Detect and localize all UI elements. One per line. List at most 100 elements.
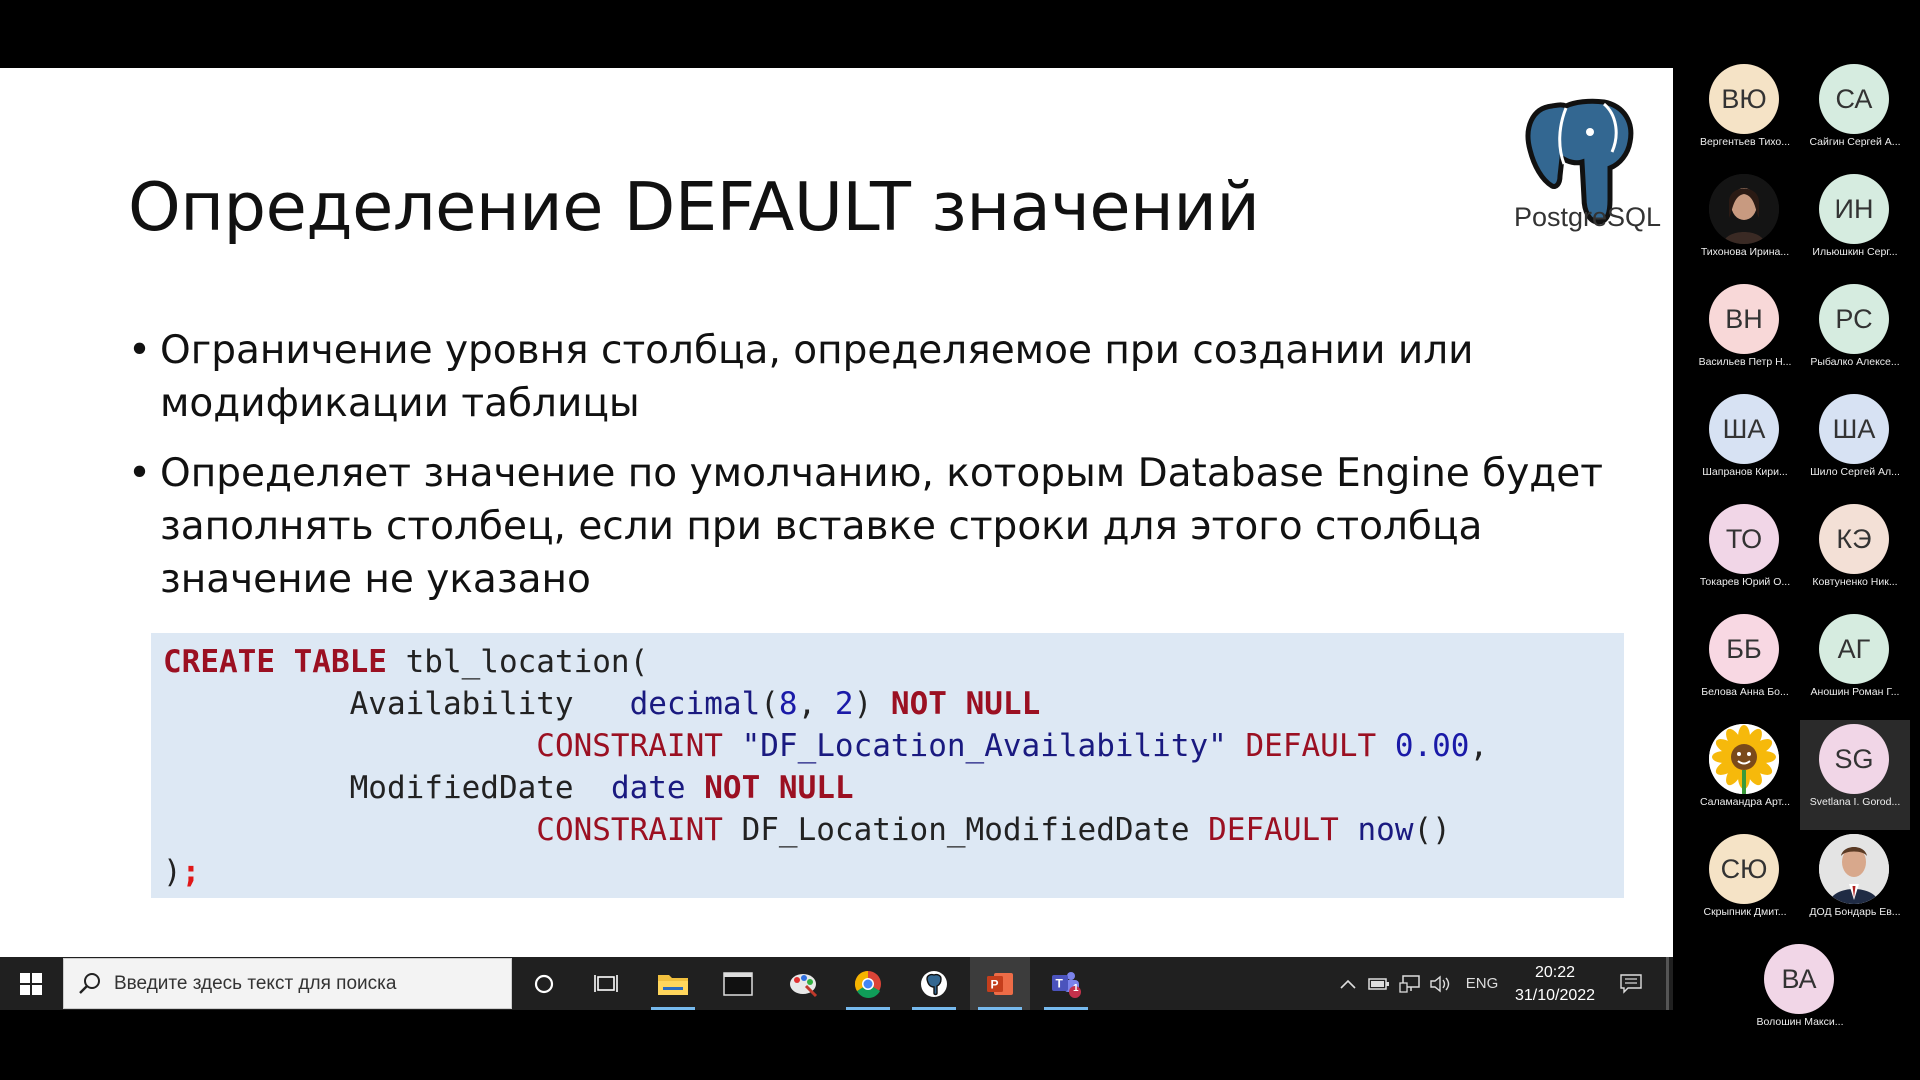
participant-name: Саламандра Арт... bbox=[1699, 796, 1791, 808]
svg-text:P: P bbox=[991, 977, 999, 991]
taskbar: P T 1 ENG 20:22 31/10/2022 bbox=[0, 957, 1673, 1010]
participant-tile[interactable]: ТО Токарев Юрий О... bbox=[1690, 500, 1800, 610]
teams-button[interactable]: T 1 bbox=[1036, 957, 1096, 1010]
participant-name: Сайгин Сергей А... bbox=[1809, 136, 1901, 148]
postgresql-logo-text: PostgreSQL bbox=[1514, 202, 1662, 232]
clock-time: 20:22 bbox=[1534, 964, 1576, 981]
cortana-icon bbox=[534, 974, 554, 993]
chrome-button[interactable] bbox=[838, 957, 898, 1010]
bullet-item: Определяет значение по умолчанию, которы… bbox=[128, 447, 1628, 606]
start-button[interactable] bbox=[0, 957, 62, 1010]
participant-tile[interactable]: ИН Ильюшкин Серг... bbox=[1800, 170, 1910, 280]
participant-avatar: SG bbox=[1819, 724, 1889, 794]
participant-tile[interactable]: SG Svetlana I. Gorod... bbox=[1800, 720, 1910, 830]
participant-name: Шило Сергей Ал... bbox=[1810, 466, 1900, 478]
code-line-2: Availability decimal(8, 2) NOT NULL bbox=[163, 686, 1041, 722]
chevron-up-icon bbox=[1340, 979, 1356, 989]
paint-app-button[interactable] bbox=[773, 957, 833, 1010]
participant-avatar: ША bbox=[1709, 394, 1779, 464]
participant-tile[interactable]: СЮ Скрыпник Дмит... bbox=[1690, 830, 1800, 940]
action-center-button[interactable] bbox=[1614, 957, 1648, 1010]
slide: Определение DEFAULT значений PostgreSQL … bbox=[0, 68, 1673, 957]
participant-photo bbox=[1709, 724, 1779, 794]
participant-name: Скрыпник Дмит... bbox=[1703, 906, 1787, 918]
participant-tile[interactable]: Тихонова Ирина... bbox=[1690, 170, 1800, 280]
participants-panel: ВЮ Вергентьев Тихо... СА Сайгин Сергей А...… bbox=[1690, 60, 1920, 1030]
participant-tile[interactable]: СА Сайгин Сергей А... bbox=[1800, 60, 1910, 170]
terminal-icon bbox=[723, 971, 753, 996]
file-explorer-button[interactable] bbox=[643, 957, 703, 1010]
participant-name: Волошин Макси... bbox=[1756, 1016, 1844, 1028]
participant-tile[interactable]: АГ Аношин Роман Г... bbox=[1800, 610, 1910, 720]
participant-name: Svetlana I. Gorod... bbox=[1809, 796, 1901, 808]
participant-photo bbox=[1819, 834, 1889, 904]
chrome-icon bbox=[854, 970, 881, 998]
search-input[interactable] bbox=[114, 959, 504, 1008]
terminal-button[interactable] bbox=[708, 957, 768, 1010]
participant-tile[interactable]: ББ Белова Анна Бо... bbox=[1690, 610, 1800, 720]
paint-palette-icon bbox=[790, 973, 818, 997]
participant-tile[interactable]: ВЮ Вергентьев Тихо... bbox=[1690, 60, 1800, 170]
participant-avatar: ВН bbox=[1709, 284, 1779, 354]
volume-button[interactable] bbox=[1428, 957, 1454, 1010]
running-indicator bbox=[651, 1007, 695, 1010]
female-photo bbox=[1709, 174, 1779, 244]
participant-tile[interactable]: ВА Волошин Макси... bbox=[1745, 940, 1855, 1050]
battery-button[interactable] bbox=[1366, 957, 1392, 1010]
battery-icon bbox=[1368, 977, 1389, 990]
participant-tile[interactable]: ША Шапранов Кири... bbox=[1690, 390, 1800, 500]
volume-icon bbox=[1430, 975, 1450, 992]
participant-avatar: ВЮ bbox=[1709, 64, 1779, 134]
taskbar-search[interactable] bbox=[63, 958, 512, 1009]
participant-tile[interactable]: ВН Васильев Петр Н... bbox=[1690, 280, 1800, 390]
participant-tile[interactable]: РС Рыбалко Алексе... bbox=[1800, 280, 1910, 390]
participant-avatar: ША bbox=[1819, 394, 1889, 464]
bullet-list: Ограничение уровня столбца, определяемое… bbox=[128, 324, 1628, 623]
slide-title: Определение DEFAULT значений bbox=[128, 168, 1260, 246]
male-photo bbox=[1819, 834, 1889, 904]
code-line-3: CONSTRAINT "DF_Location_Availability" DE… bbox=[536, 728, 1489, 764]
code-line-6: ); bbox=[163, 854, 201, 890]
network-button[interactable] bbox=[1397, 957, 1423, 1010]
notification-icon bbox=[1620, 973, 1642, 994]
task-view-icon bbox=[594, 974, 618, 992]
running-indicator bbox=[978, 1007, 1022, 1010]
windows-icon bbox=[20, 972, 42, 995]
svg-text:T: T bbox=[1056, 976, 1064, 990]
sunflower-icon bbox=[1709, 724, 1779, 794]
participant-tile[interactable]: КЭ Ковтуненко Ник... bbox=[1800, 500, 1910, 610]
participant-name: Белова Анна Бо... bbox=[1701, 686, 1789, 698]
participant-name: Ильюшкин Серг... bbox=[1812, 246, 1898, 258]
participant-name: ДОД Бондарь Ев... bbox=[1809, 906, 1901, 918]
running-indicator bbox=[912, 1007, 956, 1010]
show-hidden-icons-button[interactable] bbox=[1336, 957, 1360, 1010]
participant-name: Аношин Роман Г... bbox=[1810, 686, 1900, 698]
participant-avatar: КЭ bbox=[1819, 504, 1889, 574]
code-block: CREATE TABLE tbl_location( Availability … bbox=[151, 633, 1624, 898]
participant-name: Шапранов Кири... bbox=[1702, 466, 1788, 478]
code-line-1: CREATE TABLE tbl_location( bbox=[163, 644, 649, 680]
code-line-4: ModifiedDate date NOT NULL bbox=[163, 770, 854, 806]
participant-photo bbox=[1709, 174, 1779, 244]
bullet-item: Ограничение уровня столбца, определяемое… bbox=[128, 324, 1628, 430]
show-desktop-button[interactable] bbox=[1666, 957, 1669, 1010]
participant-avatar: ББ bbox=[1709, 614, 1779, 684]
taskbar-clock[interactable]: 20:22 31/10/2022 bbox=[1507, 961, 1603, 1007]
language-indicator[interactable]: ENG bbox=[1461, 957, 1503, 1010]
cortana-button[interactable] bbox=[514, 957, 574, 1010]
clock-date: 31/10/2022 bbox=[1514, 987, 1596, 1004]
powerpoint-button[interactable]: P bbox=[970, 957, 1030, 1010]
participant-tile[interactable]: Саламандра Арт... bbox=[1690, 720, 1800, 830]
participant-avatar: АГ bbox=[1819, 614, 1889, 684]
participant-avatar: ИН bbox=[1819, 174, 1889, 244]
participant-avatar: РС bbox=[1819, 284, 1889, 354]
running-indicator bbox=[1044, 1007, 1088, 1010]
task-view-button[interactable] bbox=[576, 957, 636, 1010]
participant-name: Токарев Юрий О... bbox=[1699, 576, 1791, 588]
participant-name: Вергентьев Тихо... bbox=[1699, 136, 1791, 148]
participant-tile[interactable]: ДОД Бондарь Ев... bbox=[1800, 830, 1910, 940]
participant-tile[interactable]: ША Шило Сергей Ал... bbox=[1800, 390, 1910, 500]
participant-avatar: ТО bbox=[1709, 504, 1779, 574]
pgadmin-button[interactable] bbox=[904, 957, 964, 1010]
participant-avatar: ВА bbox=[1764, 944, 1834, 1014]
